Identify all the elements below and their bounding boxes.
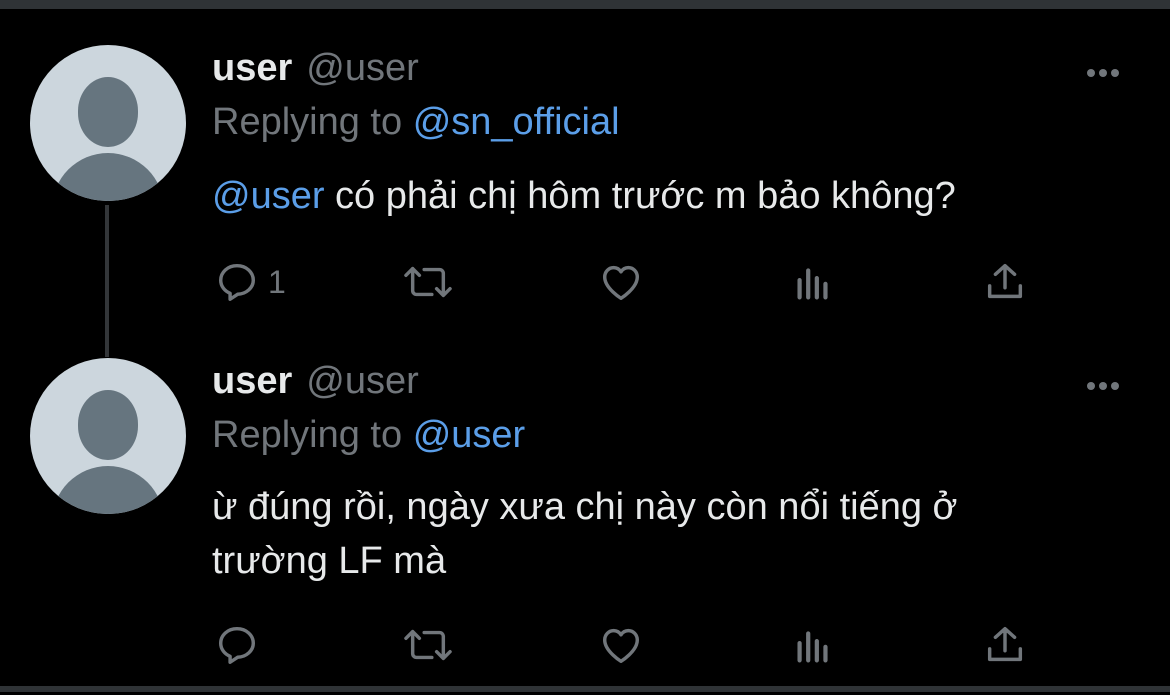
avatar[interactable] xyxy=(30,45,186,201)
retweet-button[interactable] xyxy=(400,620,456,670)
reply-count: 1 xyxy=(268,263,286,300)
share-icon xyxy=(987,263,1023,299)
avatar-head-shape xyxy=(78,77,138,147)
views-button[interactable] xyxy=(790,257,836,307)
share-button[interactable] xyxy=(982,257,1028,307)
retweet-icon xyxy=(404,266,452,298)
more-options-icon[interactable] xyxy=(1084,378,1124,394)
mention-link[interactable]: @user xyxy=(212,175,325,217)
more-options-icon[interactable] xyxy=(1084,65,1124,81)
tweet-text: @user có phải chị hôm trước m bảo không? xyxy=(212,169,1112,223)
tweet-text: ừ đúng rồi, ngày xưa chị này còn nổi tiế… xyxy=(212,480,1112,588)
views-button[interactable] xyxy=(790,620,836,670)
avatar-head-shape xyxy=(78,390,138,460)
avatar-shoulders-shape xyxy=(52,153,164,201)
replying-to-link[interactable]: @sn_official xyxy=(413,101,620,143)
timeline-frame: user @user Replying to @sn_official @use… xyxy=(0,0,1170,692)
user-handle[interactable]: @user xyxy=(306,47,419,90)
user-handle[interactable]: @user xyxy=(306,360,419,403)
reply-button[interactable]: 1 xyxy=(214,257,286,307)
tweet-actions xyxy=(212,620,1042,670)
replying-to-label: Replying to xyxy=(212,414,403,456)
tweet-text-line: trường LF mà xyxy=(212,540,447,582)
like-icon xyxy=(602,628,640,664)
display-name[interactable]: user xyxy=(212,360,292,403)
replying-to: Replying to @sn_official xyxy=(212,101,620,144)
views-icon xyxy=(797,268,828,300)
reply-icon xyxy=(218,626,256,664)
tweet-text-content: có phải chị hôm trước m bảo không? xyxy=(324,175,956,217)
reply-icon xyxy=(218,263,256,301)
share-icon xyxy=(987,626,1023,662)
replying-to-link[interactable]: @user xyxy=(413,414,526,456)
like-button[interactable] xyxy=(596,620,646,670)
tweet-header: user @user xyxy=(212,360,419,414)
replying-to-label: Replying to xyxy=(212,101,403,143)
tweet[interactable]: user @user Replying to @user ừ đúng rồi,… xyxy=(0,354,1170,695)
thread-connector-line xyxy=(105,205,109,357)
share-button[interactable] xyxy=(982,620,1028,670)
like-icon xyxy=(602,265,640,301)
like-button[interactable] xyxy=(596,257,646,307)
avatar[interactable] xyxy=(30,358,186,514)
replying-to: Replying to @user xyxy=(212,414,525,457)
avatar-shoulders-shape xyxy=(52,466,164,514)
tweet-header: user @user xyxy=(212,47,419,101)
tweet-text-line: ừ đúng rồi, ngày xưa chị này còn nổi tiế… xyxy=(212,486,958,528)
retweet-button[interactable] xyxy=(400,257,456,307)
views-icon xyxy=(797,631,828,663)
display-name[interactable]: user xyxy=(212,47,292,90)
reply-button[interactable] xyxy=(214,620,268,670)
tweet-actions: 1 xyxy=(212,257,1042,307)
tweet[interactable]: user @user Replying to @sn_official @use… xyxy=(0,9,1170,357)
retweet-icon xyxy=(404,629,452,661)
